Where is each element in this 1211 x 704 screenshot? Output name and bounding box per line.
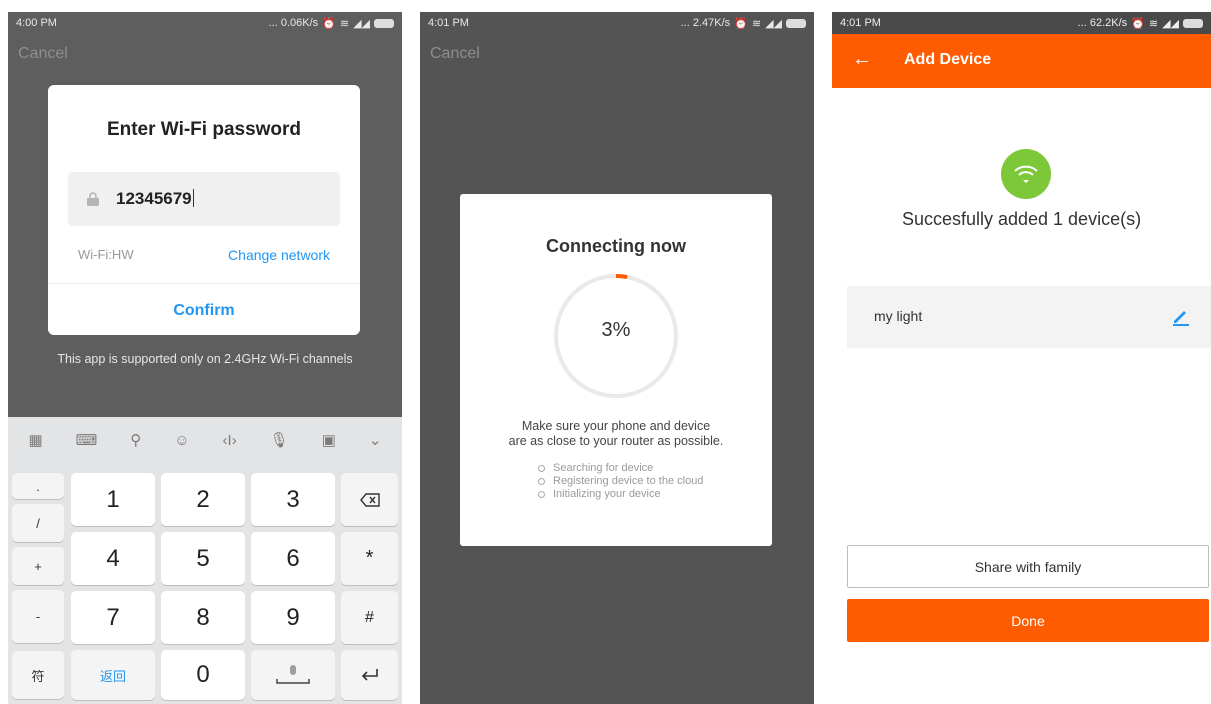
add-device-screen: 4:01 PM ... 62.2K/s ⏰ ≋ ◢◢ ← Add Device … [832,12,1211,704]
status-bar: 4:00 PM ... 0.06K/s ⏰ ≋ ◢◢ [8,12,402,34]
key-1[interactable]: 1 [71,473,155,526]
battery-icon [1183,18,1203,28]
progress-label: 3% [601,319,631,341]
status-bar: 4:01 PM ... 62.2K/s ⏰ ≋ ◢◢ [832,12,1211,34]
connecting-card: Connecting now 3% Make sure your phone a… [460,194,772,546]
device-row[interactable]: my light [847,286,1211,348]
password-field[interactable]: 12345679 [68,172,340,226]
microphone-icon[interactable]: 🎙 [270,431,289,449]
wifi-success-icon [1001,149,1051,199]
enter-key[interactable] [341,650,398,700]
divider [48,283,360,284]
key-0[interactable]: 0 [161,650,245,700]
signal-icon: ◢◢ [765,17,782,30]
wifi-icon: ≋ [339,17,350,30]
list-item: Initializing your device [538,488,703,501]
backspace-key[interactable] [341,473,398,526]
connecting-title: Connecting now [546,236,686,256]
enter-icon [361,669,378,681]
wifi-password-screen: 4:00 PM ... 0.06K/s ⏰ ≋ ◢◢ Cancel Enter … [8,12,402,704]
back-arrow-icon[interactable]: ← [852,48,872,71]
key-8[interactable]: 8 [161,591,245,644]
microphone-icon [276,665,310,684]
key-minus[interactable]: - [12,590,64,643]
status-time: 4:01 PM [840,17,881,29]
cursor-icon[interactable]: ‹I› [223,432,237,449]
device-name: my light [874,308,923,324]
app-bar: ← Add Device [832,34,1211,88]
key-9[interactable]: 9 [251,591,335,644]
key-6[interactable]: 6 [251,532,335,585]
list-item: Searching for device [538,462,703,475]
key-3[interactable]: 3 [251,473,335,526]
password-value: 12345679 [116,189,192,208]
keyboard-toolbar: ▦ ⌨ ⚲ ☺ ‹I› 🎙 ▣ ⌄ [8,417,402,463]
key-plus[interactable]: + [12,547,64,585]
wifi-password-dialog: Enter Wi-Fi password 12345679 Wi-Fi:HW C… [48,85,360,335]
key-symbols[interactable]: 符 [12,651,64,699]
edit-pencil-icon[interactable] [1171,306,1191,331]
key-5[interactable]: 5 [161,532,245,585]
status-bar: 4:01 PM ... 2.47K/s ⏰ ≋ ◢◢ [420,12,814,34]
signal-icon: ◢◢ [1162,17,1179,30]
change-network-link[interactable]: Change network [228,247,330,263]
key-dot[interactable]: . [12,473,64,499]
backspace-icon [359,492,380,507]
battery-icon [374,18,394,28]
numeric-keyboard: ▦ ⌨ ⚲ ☺ ‹I› 🎙 ▣ ⌄ . / + - 符 1 2 3 4 5 6 … [8,417,402,704]
key-4[interactable]: 4 [71,532,155,585]
connecting-screen: 4:01 PM ... 2.47K/s ⏰ ≋ ◢◢ Cancel Connec… [420,12,814,704]
list-item: Registering device to the cloud [538,475,703,488]
key-2[interactable]: 2 [161,473,245,526]
text-caret [192,189,194,207]
cancel-button[interactable]: Cancel [18,45,68,63]
wifi-network-label: Wi-Fi:HW [78,247,134,262]
key-7[interactable]: 7 [71,591,155,644]
support-note: This app is supported only on 2.4GHz Wi-… [57,352,353,366]
keyboard-icon[interactable]: ⌨ [76,431,98,449]
success-message: Succesfully added 1 device(s) [901,209,1142,229]
key-hash[interactable]: # [341,591,398,644]
lock-icon [86,192,100,211]
proximity-hint: Make sure your phone and device are as c… [508,419,724,448]
chevron-down-icon[interactable]: ⌄ [369,431,382,449]
key-back[interactable]: 返回 [71,650,155,700]
network-speed: ... 2.47K/s [680,17,731,29]
done-button[interactable]: Done [847,599,1209,642]
network-speed: ... 0.06K/s [268,17,319,29]
page-title: Add Device [904,51,992,68]
confirm-button[interactable]: Confirm [48,302,360,320]
wifi-icon: ≋ [1148,17,1159,30]
key-asterisk[interactable]: * [341,532,398,585]
layout-icon[interactable]: ▦ [28,431,42,449]
alarm-icon: ⏰ [734,17,748,30]
share-with-family-button[interactable]: Share with family [847,545,1209,588]
cancel-button[interactable]: Cancel [430,45,480,63]
alarm-icon: ⏰ [322,17,336,30]
emoji-icon[interactable]: ☺ [174,432,189,449]
status-time: 4:01 PM [428,17,469,29]
alarm-icon: ⏰ [1131,17,1145,30]
wifi-icon: ≋ [751,17,762,30]
dialog-title: Enter Wi-Fi password [106,119,302,140]
status-time: 4:00 PM [16,17,57,29]
battery-icon [786,18,806,28]
search-icon[interactable]: ⚲ [130,431,141,449]
signal-icon: ◢◢ [353,17,370,30]
connection-steps: Searching for device Registering device … [538,462,703,501]
space-key[interactable] [251,650,335,700]
skin-icon[interactable]: ▣ [322,431,336,449]
network-speed: ... 62.2K/s [1077,17,1128,29]
key-slash[interactable]: / [12,504,64,542]
